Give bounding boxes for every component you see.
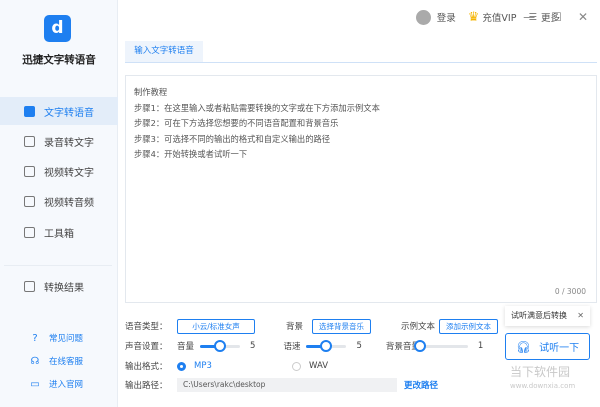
toolbox-icon: [24, 226, 35, 238]
sidebar-item-results[interactable]: 转换结果: [0, 272, 118, 300]
speed-slider[interactable]: [306, 339, 347, 352]
editor-line: 步骤3：可选择不同的输出的格式和自定义输出的路径: [134, 133, 331, 144]
watermark-name: 当下软件园: [510, 365, 571, 379]
sample-label: 示例文本: [401, 322, 436, 332]
wav-label: WAV: [309, 361, 329, 371]
text-input-area[interactable]: 制作教程 步骤1：在这里输入或者粘贴需要转换的文字或在下方添加示例文本 步骤2：…: [125, 75, 597, 303]
online-support-link[interactable]: ☊ 在线客服: [30, 355, 84, 368]
sample-text-button[interactable]: 添加示例文本: [439, 318, 498, 334]
sidebar-item-toolbox[interactable]: 工具箱: [0, 218, 118, 246]
link-label: 在线客服: [49, 357, 84, 367]
link-label: 常见问题: [49, 334, 84, 344]
monitor-icon: ▭: [30, 378, 40, 390]
bg-volume-value: 1: [477, 341, 484, 351]
mp3-radio[interactable]: [177, 361, 186, 371]
path-row: 输出路径： C:\Users\rakc\desktop 更改路径: [125, 377, 438, 393]
crown-icon: ♛: [467, 9, 480, 25]
bg-music-button[interactable]: 选择背景音乐: [312, 318, 371, 334]
nav-label: 录音转文字: [44, 137, 94, 149]
volume-value: 5: [250, 341, 256, 351]
nav-label: 工具箱: [44, 228, 74, 240]
sidebar-item-text-to-speech[interactable]: 文字转语音: [0, 97, 118, 125]
app-logo: d: [44, 15, 71, 42]
change-path-link[interactable]: 更改路径: [404, 379, 438, 391]
format-label: 输出格式：: [125, 362, 168, 372]
bg-label: 背景: [286, 322, 304, 332]
headphones-icon: 🎧︎: [515, 339, 532, 354]
listen-button[interactable]: 🎧︎ 试听一下: [505, 333, 590, 360]
nav-label: 文字转语音: [44, 107, 94, 119]
char-counter: 0 / 3000: [554, 286, 586, 296]
mp3-label: MP3: [194, 361, 212, 371]
avatar-icon[interactable]: [415, 9, 431, 25]
watermark: 当下软件园 www.downxia.com: [510, 365, 575, 393]
editor-line: 步骤1：在这里输入或者粘贴需要转换的文字或在下方添加示例文本: [134, 102, 380, 113]
faq-link[interactable]: ? 常见问题: [30, 332, 84, 345]
app-name: 迅捷文字转语音: [22, 54, 96, 66]
sidebar-item-record-to-text[interactable]: 录音转文字: [0, 127, 118, 155]
bg-volume-slider[interactable]: [414, 339, 468, 352]
text-speech-icon: [24, 105, 35, 117]
video-audio-icon: [24, 195, 35, 207]
nav-label: 视频转文字: [44, 167, 94, 179]
nav-label: 视频转音频: [44, 197, 94, 209]
close-button[interactable]: ✕: [578, 10, 588, 24]
results-icon: [24, 280, 35, 292]
speed-value: 5: [356, 341, 362, 351]
editor-line: 步骤4：开始转换或者试听一下: [134, 149, 248, 159]
path-label: 输出路径：: [125, 381, 168, 391]
help-icon: ?: [32, 332, 38, 344]
nav-label: 转换结果: [44, 282, 84, 294]
volume-slider[interactable]: [200, 339, 241, 352]
editor-line: 制作教程: [134, 87, 168, 97]
sound-row: 声音设置： 音量 5 语速 5 背景音量 1: [125, 338, 483, 354]
voice-type-label: 语音类型：: [125, 322, 168, 332]
tooltip-text: 试听满意后转换: [511, 311, 567, 320]
editor-line: 步骤2：可在下方选择您想要的不同语音配置和背景音乐: [134, 118, 339, 128]
listen-label: 试听一下: [539, 343, 580, 354]
listen-tooltip: 试听满意后转换 ✕: [505, 306, 590, 326]
sidebar-divider: [4, 265, 112, 266]
minimize-button[interactable]: —: [523, 10, 535, 24]
speed-label: 语速: [283, 342, 301, 352]
record-icon: [24, 135, 35, 147]
maximize-button[interactable]: ☐: [551, 10, 562, 24]
voice-row: 语音类型： 小云/标准女声 背景 选择背景音乐 示例文本 添加示例文本: [125, 318, 498, 334]
headset-icon: ☊: [30, 355, 40, 367]
tab-text-input[interactable]: 输入文字转语音: [125, 41, 203, 62]
sidebar-item-video-to-audio[interactable]: 视频转音频: [0, 187, 118, 215]
format-row: 输出格式： MP3 WAV: [125, 358, 328, 374]
login-button[interactable]: 登录: [437, 10, 456, 24]
volume-label: 音量: [177, 342, 195, 352]
video-icon: [24, 165, 35, 177]
link-label: 进入官网: [49, 380, 84, 390]
sound-label: 声音设置：: [125, 342, 168, 352]
sidebar-item-video-to-text[interactable]: 视频转文字: [0, 157, 118, 185]
website-link[interactable]: ▭ 进入官网: [30, 378, 84, 391]
output-path-field[interactable]: C:\Users\rakc\desktop: [177, 378, 397, 392]
window-controls: — ☐ ✕: [507, 8, 588, 26]
close-icon[interactable]: ✕: [577, 306, 584, 326]
wav-radio[interactable]: [292, 361, 301, 371]
tab-underline: [125, 62, 597, 63]
watermark-url: www.downxia.com: [510, 382, 576, 390]
sidebar: d 迅捷文字转语音 文字转语音 录音转文字 视频转文字 视频转音频 工具箱 转换…: [0, 0, 118, 407]
voice-type-button[interactable]: 小云/标准女声: [177, 318, 255, 334]
